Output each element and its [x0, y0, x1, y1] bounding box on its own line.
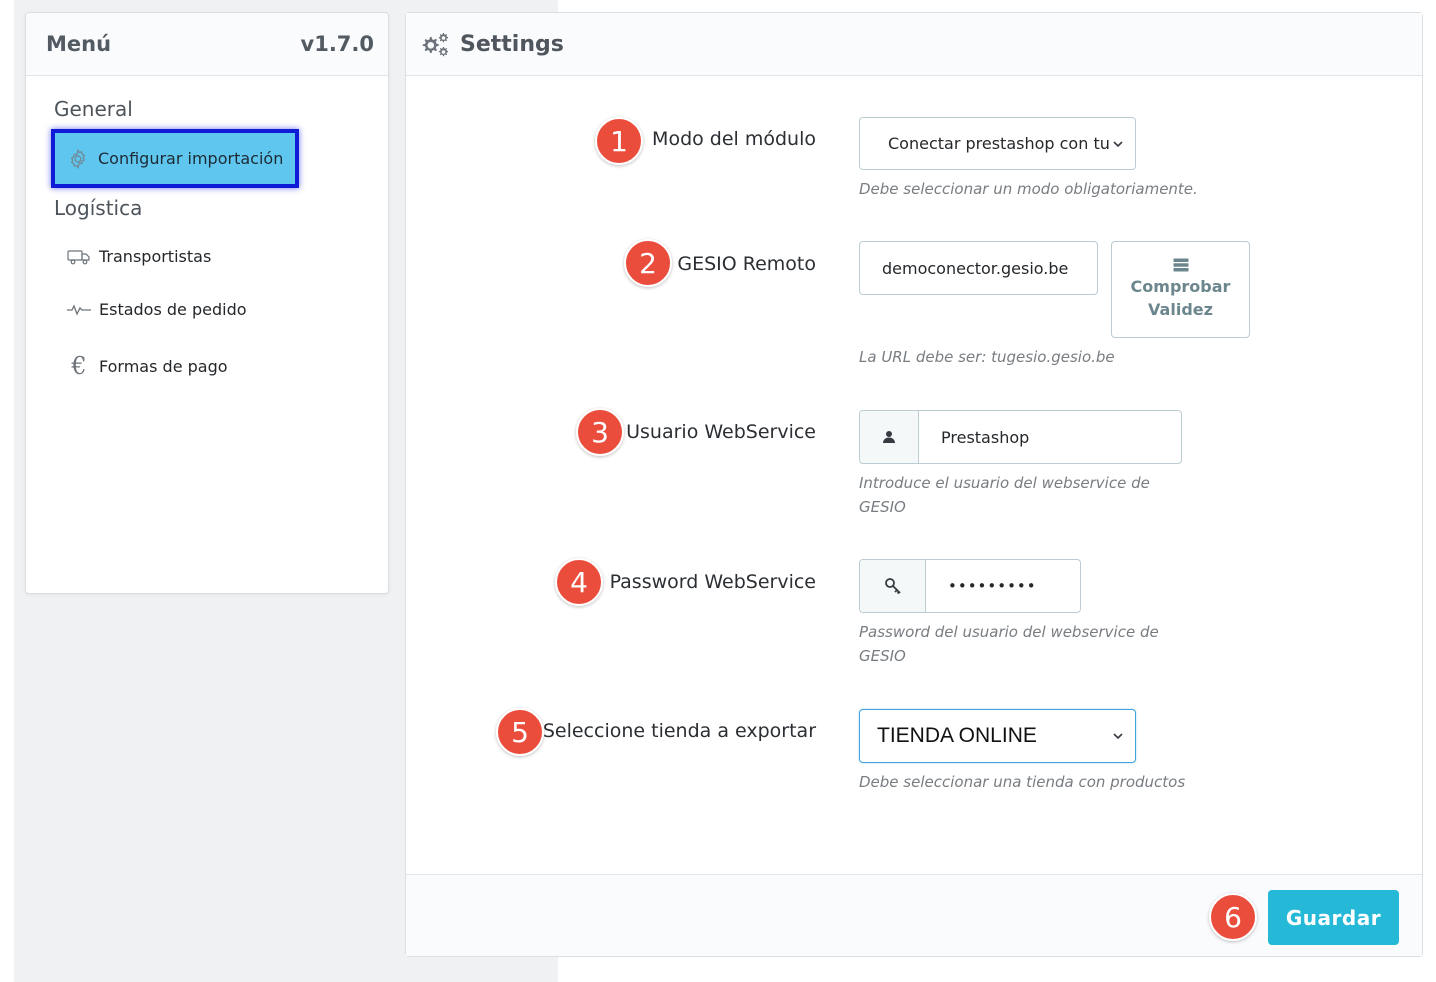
field-label-tienda: Seleccione tienda a exportar: [542, 720, 816, 742]
password-input[interactable]: •••••••••: [859, 559, 1081, 613]
help-text-password-2: GESIO: [859, 647, 906, 665]
gears-icon: [419, 31, 451, 59]
usuario-input[interactable]: Prestashop: [859, 410, 1182, 464]
help-text-usuario-2: GESIO: [859, 498, 906, 516]
menu-item-label: Formas de pago: [99, 356, 228, 376]
gesio-remoto-value: democonector.gesio.be: [882, 258, 1069, 278]
gear-icon: [67, 148, 89, 170]
truck-icon: [66, 249, 92, 265]
help-text-usuario-1: Introduce el usuario del webservice de: [859, 474, 1150, 492]
menu-item-configurar-importacion[interactable]: Configurar importación: [51, 129, 299, 188]
help-text-tienda: Debe seleccionar una tienda con producto…: [859, 773, 1186, 791]
modo-select[interactable]: Conectar prestashop con tu GESIO: [859, 117, 1136, 170]
menu-header: Menú v1.7.0: [26, 13, 388, 76]
help-text-modo: Debe seleccionar un modo obligatoriament…: [859, 180, 1198, 198]
help-text-password-1: Password del usuario del webservice de: [859, 623, 1159, 641]
tienda-select[interactable]: TIENDA ONLINE: [859, 709, 1136, 763]
step-badge: 4: [555, 558, 603, 606]
help-text-gesio-remoto: La URL debe ser: tugesio.gesio.be: [859, 348, 1115, 366]
menu-title: Menú: [46, 32, 112, 56]
comprobar-validez-button[interactable]: Comprobar Validez: [1111, 241, 1250, 338]
menu-version: v1.7.0: [300, 32, 374, 56]
menu-item-label: Configurar importación: [98, 149, 284, 168]
comprobar-validez-line1: Comprobar: [1130, 277, 1231, 296]
menu-item-estados-de-pedido[interactable]: Estados de pedido: [66, 300, 247, 319]
step-badge: 6: [1209, 893, 1257, 941]
chevron-down-icon: [1113, 733, 1123, 739]
menu-item-transportistas[interactable]: Transportistas: [66, 247, 211, 266]
field-label-password: Password WebService: [609, 571, 816, 593]
password-value: •••••••••: [948, 577, 1037, 595]
menu-item-label: Estados de pedido: [99, 300, 247, 319]
chevron-down-icon: [1113, 140, 1123, 147]
modo-select-value: Conectar prestashop con tu GESIO: [888, 134, 1109, 153]
menu-group-logistica: Logística: [54, 196, 143, 220]
field-label-modo: Modo del módulo: [652, 128, 816, 150]
step-badge: 5: [496, 708, 544, 756]
euro-icon: €: [71, 352, 87, 380]
step-badge: 3: [576, 408, 624, 456]
menu-group-general: General: [54, 97, 133, 121]
settings-title: Settings: [460, 32, 564, 57]
user-icon: [860, 411, 919, 463]
page-background-left: [0, 0, 14, 982]
key-icon: [860, 560, 926, 612]
menu-item-formas-de-pago[interactable]: € Formas de pago: [66, 352, 228, 380]
menu-panel: Menú v1.7.0 General Configurar importaci…: [25, 12, 389, 594]
tienda-select-value: TIENDA ONLINE: [877, 724, 1037, 747]
settings-footer: 6 Guardar: [406, 874, 1422, 956]
field-label-usuario: Usuario WebService: [626, 421, 816, 443]
settings-header: Settings: [406, 13, 1422, 76]
pulse-icon: [66, 303, 92, 316]
step-badge: 1: [595, 117, 643, 165]
settings-panel: Settings 1 Modo del módulo Conectar pres…: [405, 12, 1423, 957]
field-label-gesio-remoto: GESIO Remoto: [677, 253, 816, 275]
step-badge: 2: [624, 239, 672, 287]
gesio-remoto-input[interactable]: democonector.gesio.be: [859, 241, 1098, 295]
save-button[interactable]: Guardar: [1268, 890, 1399, 945]
usuario-value: Prestashop: [941, 427, 1030, 447]
server-icon: [1173, 258, 1189, 272]
settings-tab[interactable]: Settings: [406, 13, 564, 76]
comprobar-validez-line2: Validez: [1148, 300, 1213, 319]
menu-item-label: Transportistas: [99, 247, 212, 266]
